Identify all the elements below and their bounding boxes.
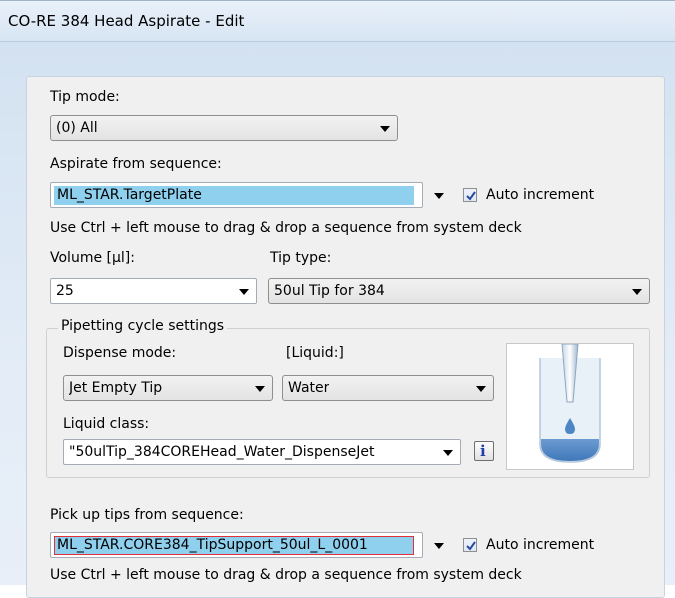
aspirate-sequence-label: Aspirate from sequence: (50, 156, 222, 172)
checkmark-icon (466, 541, 476, 551)
aspirate-auto-increment-checkbox[interactable] (463, 188, 477, 202)
chevron-down-icon (632, 289, 642, 295)
liquid-value: Water (288, 380, 330, 396)
title-bar: CO-RE 384 Head Aspirate - Edit (0, 0, 675, 42)
pipetting-cycle-legend: Pipetting cycle settings (58, 318, 228, 334)
tip-type-label: Tip type: (270, 250, 332, 266)
pickup-auto-increment-label: Auto increment (486, 537, 595, 553)
tip-type-dropdown[interactable]: 50ul Tip for 384 (268, 278, 650, 304)
tip-liquid-illustration (506, 343, 634, 470)
dispense-mode-value: Jet Empty Tip (69, 380, 163, 396)
liquid-class-dropdown[interactable]: "50ulTip_384COREHead_Water_DispenseJet (63, 439, 461, 465)
chevron-down-icon[interactable] (239, 289, 249, 295)
checkmark-icon (466, 191, 476, 201)
chevron-down-icon (255, 386, 265, 392)
liquid-class-value: "50ulTip_384COREHead_Water_DispenseJet (69, 444, 375, 460)
pickup-sequence-input[interactable]: ML_STAR.CORE384_TipSupport_50ul_L_0001 (50, 532, 444, 558)
tip-mode-value: (0) All (56, 120, 98, 136)
pickup-auto-increment-checkbox[interactable] (463, 538, 477, 552)
info-icon: i (480, 442, 486, 460)
tip-mode-dropdown[interactable]: (0) All (50, 115, 398, 141)
liquid-class-info-button[interactable]: i (474, 441, 494, 461)
chevron-down-icon (476, 386, 486, 392)
tip-in-liquid-icon (539, 343, 601, 463)
dispense-mode-dropdown[interactable]: Jet Empty Tip (63, 375, 273, 401)
liquid-class-label: Liquid class: (63, 416, 150, 432)
chevron-down-icon[interactable] (434, 193, 444, 199)
aspirate-hint-text: Use Ctrl + left mouse to drag & drop a s… (50, 220, 522, 236)
chevron-down-icon (443, 450, 453, 456)
pickup-sequence-label: Pick up tips from sequence: (50, 507, 244, 523)
dispense-mode-label: Dispense mode: (63, 345, 177, 361)
volume-value: 25 (56, 283, 74, 299)
pickup-hint-text: Use Ctrl + left mouse to drag & drop a s… (50, 567, 522, 583)
volume-input[interactable]: 25 (50, 278, 257, 304)
chevron-down-icon[interactable] (434, 543, 444, 549)
tip-mode-label: Tip mode: (50, 89, 120, 105)
pickup-sequence-value: ML_STAR.CORE384_TipSupport_50ul_L_0001 (54, 536, 414, 555)
liquid-label: [Liquid:] (286, 345, 344, 361)
aspirate-sequence-value: ML_STAR.TargetPlate (54, 186, 414, 205)
volume-label: Volume [µl]: (50, 250, 135, 266)
aspirate-sequence-input[interactable]: ML_STAR.TargetPlate (50, 182, 444, 208)
window-title: CO-RE 384 Head Aspirate - Edit (8, 12, 245, 30)
liquid-dropdown[interactable]: Water (282, 375, 494, 401)
chevron-down-icon (380, 126, 390, 132)
aspirate-auto-increment-label: Auto increment (486, 187, 595, 203)
tip-type-value: 50ul Tip for 384 (274, 283, 385, 299)
